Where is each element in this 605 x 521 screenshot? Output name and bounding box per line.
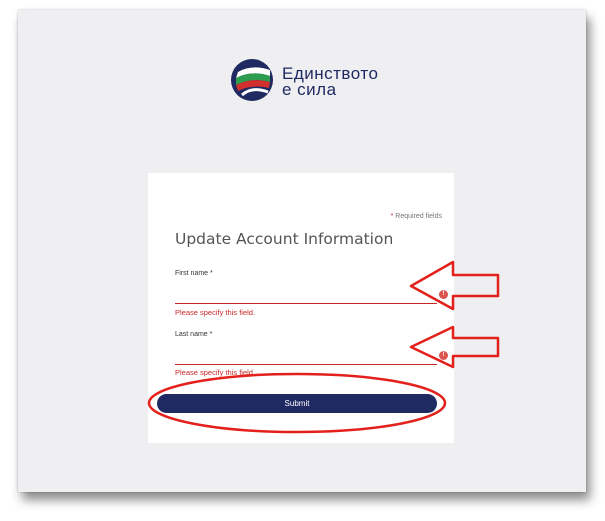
annotation-overlay (147, 260, 500, 434)
last-name-annotation-arrow-icon (409, 325, 500, 369)
submit-highlight-ellipse (147, 372, 447, 434)
first-name-annotation-arrow-icon (409, 260, 500, 311)
